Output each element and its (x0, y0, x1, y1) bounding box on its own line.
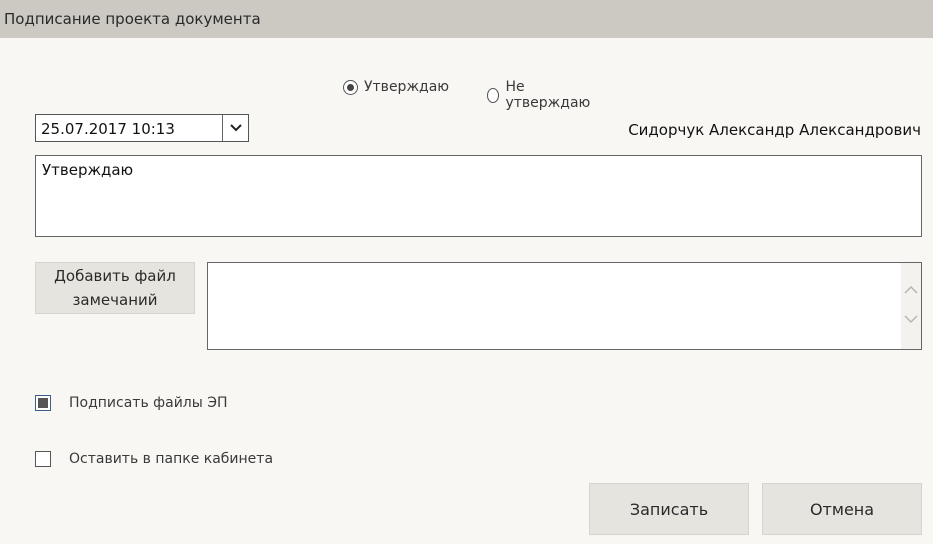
add-file-label-line2: замечаний (72, 291, 158, 309)
sign-files-label[interactable]: Подписать файлы ЭП (69, 395, 228, 411)
radio-approve-label[interactable]: Утверждаю (364, 79, 449, 95)
chevron-down-icon (229, 124, 242, 132)
datetime-value[interactable]: 25.07.2017 10:13 (41, 120, 175, 138)
radio-reject-indicator[interactable] (487, 87, 500, 103)
add-file-label-line1: Добавить файл (54, 267, 176, 285)
sign-files-checkbox[interactable] (35, 395, 51, 411)
comment-text[interactable]: Утверждаю (42, 161, 133, 179)
keep-in-folder-label[interactable]: Оставить в папке кабинета (69, 451, 273, 467)
keep-in-folder-checkbox[interactable] (35, 451, 51, 467)
window-title: Подписание проекта документа (4, 10, 261, 28)
add-remarks-file-button[interactable]: Добавить файл замечаний (35, 262, 195, 314)
scroll-up-icon[interactable] (904, 285, 918, 294)
radio-approve-indicator[interactable] (343, 79, 358, 95)
attachments-list[interactable] (207, 262, 922, 350)
cancel-button[interactable]: Отмена (762, 483, 922, 535)
radio-approve[interactable]: Утверждаю (343, 79, 449, 95)
comment-textarea[interactable]: Утверждаю (35, 155, 922, 237)
scroll-down-icon[interactable] (904, 315, 918, 324)
keep-in-folder-option[interactable]: Оставить в папке кабинета (35, 451, 273, 467)
datetime-dropdown-button[interactable] (222, 115, 248, 141)
signer-name: Сидорчук Александр Александрович (628, 121, 921, 139)
save-button[interactable]: Записать (589, 483, 749, 535)
sign-files-option[interactable]: Подписать файлы ЭП (35, 395, 228, 411)
radio-reject[interactable]: Не утверждаю (487, 79, 593, 111)
attachments-scrollbar[interactable] (901, 263, 921, 349)
radio-reject-label[interactable]: Не утверждаю (505, 79, 592, 111)
datetime-picker[interactable]: 25.07.2017 10:13 (35, 114, 249, 142)
title-bar: Подписание проекта документа (0, 0, 933, 38)
